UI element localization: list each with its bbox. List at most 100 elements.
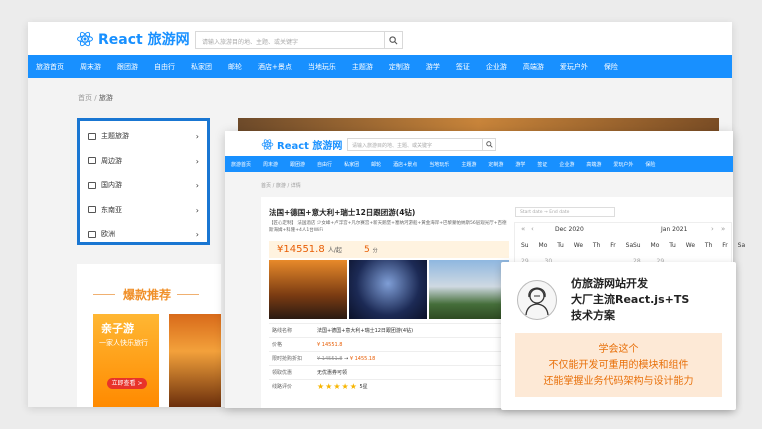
nav-item[interactable]: 跟团游 (109, 62, 146, 72)
card-title: 亲子游 (101, 322, 134, 335)
detail-row: 价格 ¥ 14551.8 (269, 337, 509, 351)
nav-item[interactable]: 酒店+景点 (250, 62, 300, 72)
nav-item[interactable]: 保险 (639, 161, 661, 168)
category-sidebar: 主题旅游 › 周边游 › 国内游 › 东南亚 › 欧洲 › (77, 118, 210, 245)
detail-key: 路线名称 (272, 328, 293, 334)
detail-key: 线路评价 (272, 384, 293, 390)
nav-item[interactable]: 自由行 (146, 62, 183, 72)
sidebar-item[interactable]: 欧洲 › (80, 222, 207, 247)
nav-item[interactable]: 主题游 (455, 161, 482, 168)
nav-item[interactable]: 跟团游 (284, 161, 311, 168)
detail-row: 路线名称 法国+德国+意大利+瑞士12日跟团游(4钻) (269, 323, 509, 337)
promo-title-line: 技术方案 (571, 309, 615, 322)
search-icon (485, 141, 493, 148)
chevron-right-icon: › (195, 156, 199, 166)
sidebar-item-label: 主题旅游 (101, 132, 129, 141)
search-button[interactable] (482, 139, 495, 150)
promo-card-family[interactable]: 亲子游 一家人快乐旅行 立即查看 > (93, 314, 159, 407)
detail-row: 领取优惠 无优惠券可领 (269, 365, 509, 379)
end-date[interactable]: End date (549, 210, 569, 215)
search-button[interactable] (384, 32, 402, 48)
sidebar-item[interactable]: 周边游 › (80, 149, 207, 174)
nav-item[interactable]: 企业游 (553, 161, 580, 168)
nav-item[interactable]: 保险 (596, 62, 626, 72)
category-icon (88, 132, 96, 140)
search-placeholder: 请输入旅游目的地、主题、或关键字 (202, 39, 299, 46)
nav-item[interactable]: 游学 (509, 161, 531, 168)
hero-banner-image[interactable] (238, 118, 719, 132)
prev-month-icon[interactable]: ‹ (531, 225, 534, 233)
nav-item[interactable]: 主题游 (344, 62, 381, 72)
nav-item[interactable]: 周末游 (72, 62, 109, 72)
nav-item[interactable]: 自由行 (311, 161, 338, 168)
chevron-right-icon: › (195, 132, 199, 141)
category-icon (88, 206, 96, 214)
date-arrow: → (544, 210, 548, 215)
prev-year-icon[interactable]: « (521, 225, 525, 233)
sidebar-item[interactable]: 国内游 › (80, 173, 207, 198)
product-title: 法国+德国+意大利+瑞士12日跟团游(4钻) (269, 208, 416, 217)
nav-item[interactable]: 旅游首页 (28, 62, 72, 72)
breadcrumb-item[interactable]: 旅游 (276, 183, 286, 189)
nav-item[interactable]: 当地玩乐 (423, 161, 455, 168)
search-placeholder: 请输入旅游目的地、主题、或关键字 (352, 143, 433, 149)
detail-value: 无优惠券可领 (317, 370, 348, 376)
next-month-icon[interactable]: › (711, 225, 714, 233)
calendar-month-left[interactable]: Dec 2020 (555, 226, 584, 233)
promo-highlight-box: 学会这个 不仅能开发可重用的模块和组件 还能掌握业务代码架构与设计能力 (515, 333, 722, 397)
nav-item[interactable]: 高端游 (580, 161, 607, 168)
promo-title-line: 仿旅游网站开发 (571, 277, 648, 290)
nav-item[interactable]: 游学 (418, 62, 448, 72)
sidebar-item[interactable]: 主题旅游 › (80, 124, 207, 149)
promo-box-line: 还能掌握业务代码架构与设计能力 (543, 376, 694, 387)
detail-value: ¥ 14551.8 (317, 341, 343, 348)
nav-item[interactable]: 周末游 (257, 161, 284, 168)
old-price: ¥ 14551.8 (317, 355, 343, 362)
weekdays-left: Su Mo Tu We Th Fr Sa (521, 242, 634, 249)
logo[interactable]: React 旅游网 (261, 137, 342, 152)
date-range-picker[interactable]: Start date → End date (515, 207, 615, 217)
search-input[interactable]: 请输入旅游目的地、主题、或关键字 (347, 138, 496, 151)
nav-item[interactable]: 私家团 (183, 62, 220, 72)
price-box: ¥14551.8 人/起 5 分 (269, 241, 509, 258)
nav-item[interactable]: 邮轮 (365, 161, 387, 168)
nav-item[interactable]: 定制游 (381, 62, 418, 72)
view-now-button[interactable]: 立即查看 > (107, 378, 147, 389)
product-price: ¥14551.8 人/起 (277, 244, 342, 255)
nav-item[interactable]: 定制游 (482, 161, 509, 168)
search-input[interactable]: 请输入旅游目的地、主题、或关键字 (195, 31, 403, 49)
discount-price: ¥ 1455.18 (349, 355, 376, 362)
nav-item[interactable]: 当地玩乐 (300, 62, 344, 72)
photo-night-sky[interactable] (349, 260, 427, 319)
nav-item[interactable]: 签证 (531, 161, 553, 168)
promo-card-image[interactable] (169, 314, 221, 407)
promo-box-line: 学会这个 (598, 344, 639, 355)
breadcrumb-item[interactable]: 首页 (261, 183, 271, 189)
logo[interactable]: React 旅游网 (76, 29, 190, 49)
photo-castle[interactable] (429, 260, 509, 319)
detail-key: 领取优惠 (272, 370, 293, 376)
main-nav: 旅游首页 周末游 跟团游 自由行 私家团 邮轮 酒店+景点 当地玩乐 主题游 定… (28, 55, 732, 78)
detail-value: 法国+德国+意大利+瑞士12日跟团游(4钻) (317, 328, 414, 334)
nav-item[interactable]: 酒店+景点 (387, 161, 423, 168)
breadcrumb-sep: / (94, 94, 97, 102)
sidebar-item[interactable]: 东南亚 › (80, 198, 207, 223)
nav-item[interactable]: 签证 (448, 62, 478, 72)
promo-title: 仿旅游网站开发 大厂主流React.js+TS 技术方案 (571, 276, 689, 324)
price-unit: 人/起 (327, 247, 342, 254)
chevron-right-icon: › (195, 230, 199, 239)
nav-item[interactable]: 私家团 (338, 161, 365, 168)
nav-item[interactable]: 高端游 (515, 62, 552, 72)
nav-item[interactable]: 爱玩户外 (607, 161, 639, 168)
photo-louvre[interactable] (269, 260, 347, 319)
calendar-month-right[interactable]: Jan 2021 (661, 226, 687, 233)
nav-item[interactable]: 邮轮 (220, 62, 250, 72)
breadcrumb-home[interactable]: 首页 (78, 94, 92, 102)
breadcrumb-sep: / (272, 183, 275, 189)
start-date[interactable]: Start date (520, 210, 543, 215)
product-score: 5 分 (364, 245, 378, 255)
nav-item[interactable]: 企业游 (478, 62, 515, 72)
nav-item[interactable]: 旅游首页 (225, 161, 257, 168)
next-year-icon[interactable]: » (721, 225, 725, 233)
nav-item[interactable]: 爱玩户外 (552, 62, 596, 72)
